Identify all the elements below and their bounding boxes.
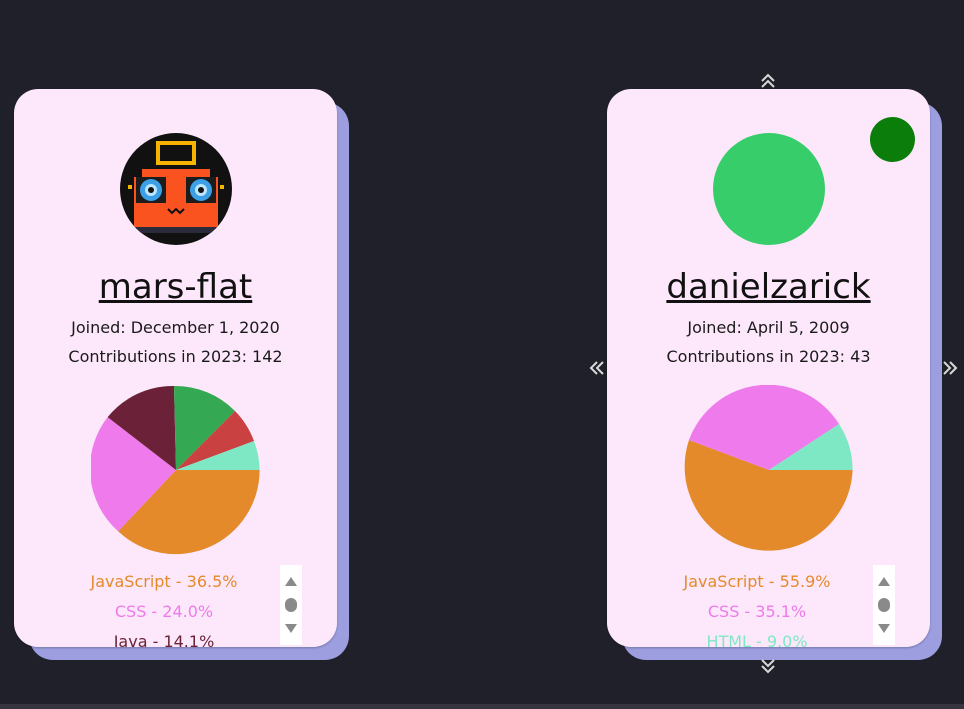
language-item: JavaScript - 36.5%: [90, 572, 238, 591]
scroll-thumb[interactable]: [285, 598, 297, 612]
scroll-up-arrow-icon[interactable]: [285, 577, 297, 586]
contributions-count: Contributions in 2023: 142: [68, 347, 283, 366]
language-item: HTML - 9.0%: [706, 632, 808, 647]
bottom-border: [0, 704, 964, 709]
scroll-down-arrow-icon[interactable]: [878, 624, 890, 633]
language-list-scrollbar[interactable]: [280, 565, 302, 645]
joined-date: Joined: April 5, 2009: [687, 318, 850, 337]
language-item: JavaScript - 55.9%: [683, 572, 831, 591]
username-link[interactable]: mars-flat: [14, 267, 337, 307]
double-chevron-up-icon[interactable]: [758, 70, 778, 93]
language-pie-chart: [684, 385, 853, 551]
double-chevron-left-icon[interactable]: [587, 358, 607, 381]
language-list: JavaScript - 36.5% CSS - 24.0% Java - 14…: [64, 567, 264, 647]
language-item: CSS - 24.0%: [114, 602, 214, 621]
language-pie-chart: [91, 385, 260, 555]
scroll-thumb[interactable]: [878, 598, 890, 612]
username-link[interactable]: danielzarick: [607, 267, 930, 307]
online-status-indicator: [870, 117, 915, 162]
user-card-mars-flat: mars-flat Joined: December 1, 2020 Contr…: [14, 89, 349, 660]
double-chevron-right-icon[interactable]: [940, 358, 960, 381]
card-body: mars-flat Joined: December 1, 2020 Contr…: [14, 89, 337, 647]
double-chevron-down-icon[interactable]: [758, 657, 778, 680]
scroll-up-arrow-icon[interactable]: [878, 577, 890, 586]
card-body: danielzarick Joined: April 5, 2009 Contr…: [607, 89, 930, 647]
avatar: [713, 133, 825, 245]
avatar: [120, 133, 232, 245]
joined-date: Joined: December 1, 2020: [71, 318, 280, 337]
language-list: JavaScript - 55.9% CSS - 35.1% HTML - 9.…: [657, 567, 857, 647]
language-item: Java - 14.1%: [113, 632, 215, 647]
language-list-scrollbar[interactable]: [873, 565, 895, 645]
scroll-down-arrow-icon[interactable]: [285, 624, 297, 633]
pixel-avatar-image: [120, 133, 232, 245]
language-item: CSS - 35.1%: [707, 602, 807, 621]
contributions-count: Contributions in 2023: 43: [666, 347, 871, 366]
user-card-danielzarick: danielzarick Joined: April 5, 2009 Contr…: [607, 89, 942, 660]
